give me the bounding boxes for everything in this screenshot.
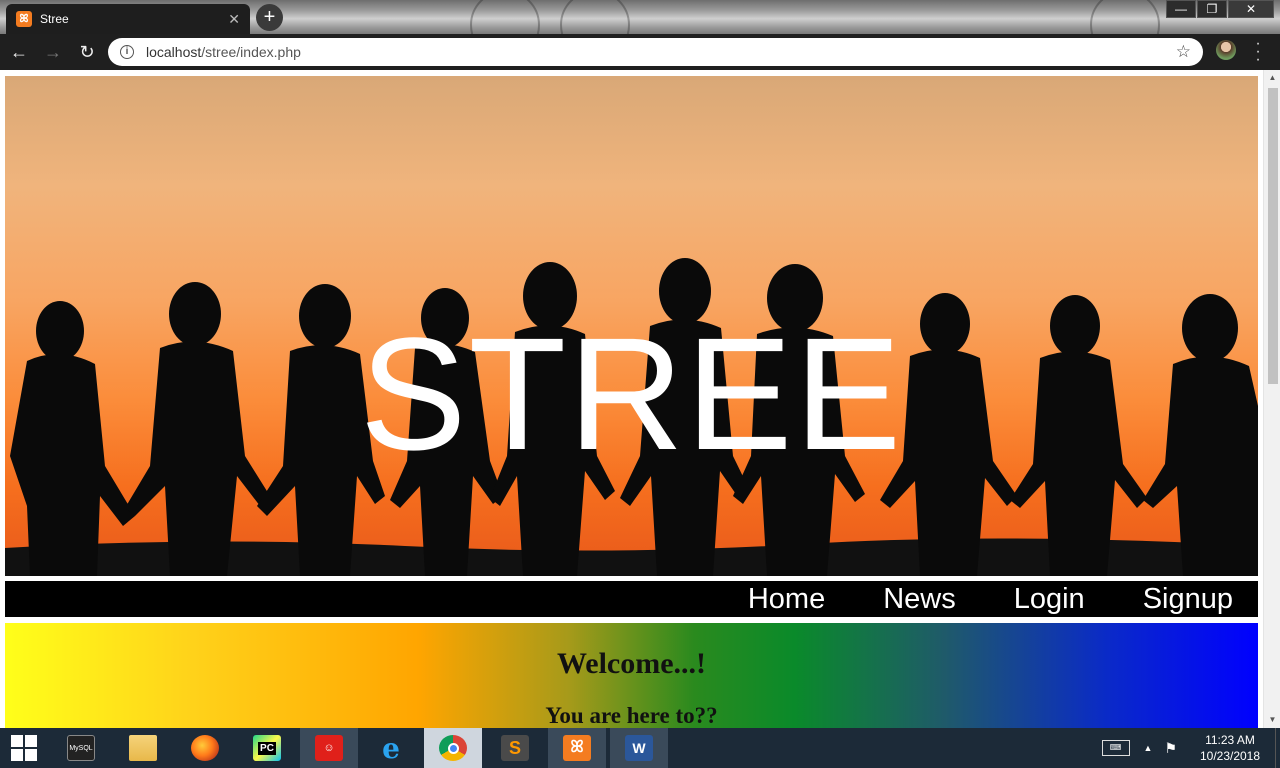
pycharm-icon-label: PC — [258, 741, 276, 755]
nav-link-home[interactable]: Home — [748, 583, 825, 616]
mysql-workbench-icon: MySQL — [67, 735, 95, 761]
browser-titlebar: ꕤ Stree ✕ + — ❐ ✕ — [0, 0, 1280, 34]
taskbar-firefox[interactable] — [176, 728, 234, 768]
touch-keyboard-icon[interactable]: ⌨ — [1101, 740, 1130, 756]
main-navbar: Home News Login Signup — [5, 581, 1258, 617]
taskbar-file-explorer[interactable] — [114, 728, 172, 768]
forward-button[interactable]: → — [38, 37, 68, 67]
vertical-scrollbar[interactable]: ▲ ▼ — [1263, 70, 1280, 728]
xampp-icon: ꕤ — [563, 735, 591, 761]
address-bar[interactable]: i localhost/stree/index.php ☆ — [108, 38, 1203, 66]
scratch-icon: ☺ — [315, 735, 343, 761]
close-tab-icon[interactable]: ✕ — [228, 11, 240, 28]
taskbar-mysql-workbench[interactable]: MySQL — [52, 728, 110, 768]
close-window-button[interactable]: ✕ — [1228, 0, 1274, 18]
welcome-heading: Welcome...! — [556, 647, 707, 680]
nav-link-login[interactable]: Login — [1014, 583, 1085, 616]
browser-menu-icon[interactable]: · · · — [1252, 36, 1264, 68]
clock-time: 11:23 AM — [1205, 733, 1255, 747]
sublime-text-icon: S — [501, 735, 529, 761]
word-icon: W — [625, 735, 653, 761]
restore-button[interactable]: ❐ — [1197, 0, 1227, 18]
taskbar-sublime-text[interactable]: S — [486, 728, 544, 768]
taskbar-word[interactable]: W — [610, 728, 668, 768]
taskbar-xampp[interactable]: ꕤ — [548, 728, 606, 768]
browser-toolbar: ← → ↻ i localhost/stree/index.php ☆ · · · — [0, 34, 1280, 70]
chrome-icon — [439, 735, 467, 761]
nav-link-signup[interactable]: Signup — [1143, 583, 1233, 616]
tab-title: Stree — [40, 12, 69, 26]
show-desktop-button[interactable] — [1275, 728, 1280, 768]
windows-logo-icon — [11, 735, 37, 761]
clock-date: 10/23/2018 — [1199, 749, 1261, 763]
browser-tab[interactable]: ꕤ Stree ✕ — [6, 4, 250, 34]
nav-link-news[interactable]: News — [883, 583, 956, 616]
scroll-up-arrow[interactable]: ▲ — [1264, 70, 1280, 86]
file-explorer-icon — [129, 735, 157, 761]
scroll-down-arrow[interactable]: ▼ — [1264, 712, 1280, 728]
window-controls: — ❐ ✕ — [1165, 0, 1274, 18]
internet-explorer-icon: e — [382, 731, 400, 765]
xampp-icon: ꕤ — [16, 11, 32, 27]
windows-taskbar: MySQL PC ☺ e S ꕤ W ⌨ ▲ ⚑ 11:23 AM 10/23/… — [0, 728, 1280, 768]
reload-button[interactable]: ↻ — [72, 37, 102, 67]
titlebar-decoration — [1090, 0, 1160, 34]
firefox-icon — [191, 735, 219, 761]
action-center-flag-icon[interactable]: ⚑ — [1164, 740, 1177, 757]
profile-avatar[interactable] — [1216, 40, 1236, 60]
system-clock[interactable]: 11:23 AM 10/23/2018 — [1195, 732, 1265, 764]
minimize-button[interactable]: — — [1166, 0, 1196, 18]
welcome-subheading: You are here to?? — [545, 703, 718, 728]
taskbar-chrome[interactable] — [424, 728, 482, 768]
hero-banner: STREE — [5, 76, 1258, 576]
url-text[interactable]: localhost/stree/index.php — [146, 44, 1176, 60]
start-button[interactable] — [0, 728, 48, 768]
taskbar-pycharm[interactable]: PC — [238, 728, 296, 768]
new-tab-button[interactable]: + — [256, 4, 283, 31]
page-viewport: STREE Home News Login Signup Welcome...!… — [0, 70, 1280, 728]
welcome-section: Welcome...! You are here to?? — [5, 623, 1258, 728]
titlebar-decoration — [470, 0, 540, 34]
url-path: /stree/index.php — [201, 44, 301, 60]
scrollbar-thumb[interactable] — [1268, 88, 1278, 384]
url-host: localhost — [146, 44, 202, 60]
site-info-icon[interactable]: i — [120, 45, 134, 59]
show-hidden-icons-icon[interactable]: ▲ — [1144, 743, 1153, 753]
taskbar-internet-explorer[interactable]: e — [362, 728, 420, 768]
back-button[interactable]: ← — [4, 37, 34, 67]
system-tray: ⌨ ▲ ⚑ 11:23 AM 10/23/2018 — [1101, 728, 1280, 768]
taskbar-scratch[interactable]: ☺ — [300, 728, 358, 768]
titlebar-decoration — [560, 0, 630, 34]
pycharm-icon: PC — [253, 735, 281, 761]
bookmark-star-icon[interactable]: ☆ — [1176, 42, 1191, 62]
hero-title: STREE — [359, 304, 904, 483]
